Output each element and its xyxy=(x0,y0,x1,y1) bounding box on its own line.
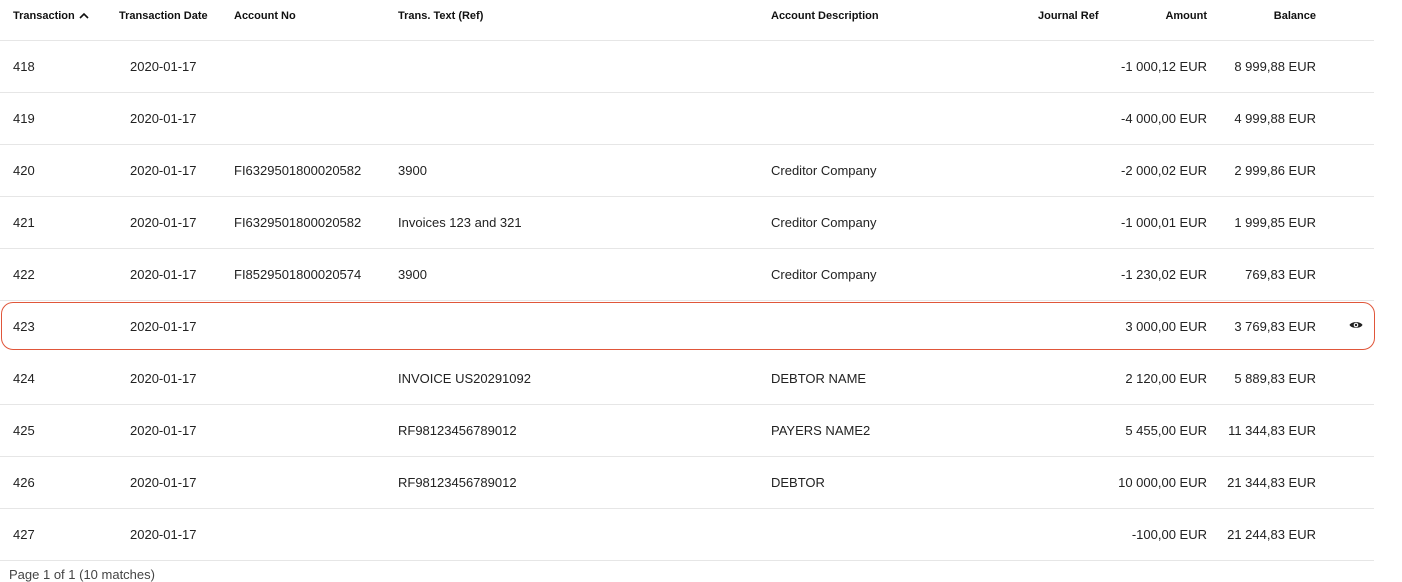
cell-text: RF98123456789012 xyxy=(398,423,517,438)
cell-transaction: 422 xyxy=(13,267,35,282)
cell-amount: 10 000,00 EUR xyxy=(1118,475,1207,490)
cell-description: DEBTOR xyxy=(771,475,825,490)
cell-amount: -100,00 EUR xyxy=(1131,527,1207,542)
column-header-journal[interactable]: Journal Ref xyxy=(1038,10,1099,22)
table-row[interactable]: 423 2020-01-17 3 000,00 EUR 3 769,83 EUR xyxy=(0,301,1375,353)
cell-transaction: 420 xyxy=(13,163,35,178)
cell-balance: 2 999,86 EUR xyxy=(1234,163,1316,178)
cell-date: 2020-01-17 xyxy=(130,475,197,490)
cell-amount: 3 000,00 EUR xyxy=(1125,319,1207,334)
cell-date: 2020-01-17 xyxy=(130,111,197,126)
cell-transaction: 421 xyxy=(13,215,35,230)
cell-date: 2020-01-17 xyxy=(130,267,197,282)
cell-amount: -1 000,12 EUR xyxy=(1121,59,1207,74)
column-header-transaction-label: Transaction xyxy=(13,10,75,22)
transactions-table: Transaction Transaction Date Account No … xyxy=(0,0,1375,561)
eye-icon[interactable] xyxy=(1349,320,1363,330)
table-row[interactable]: 420 2020-01-17 FI6329501800020582 3900 Credi… xyxy=(0,145,1374,197)
cell-amount: -1 230,02 EUR xyxy=(1121,267,1207,282)
cell-text: 3900 xyxy=(398,267,427,282)
cell-amount: -1 000,01 EUR xyxy=(1121,215,1207,230)
cell-text: INVOICE US20291092 xyxy=(398,371,531,386)
cell-description: Creditor Company xyxy=(771,163,877,178)
cell-account: FI6329501800020582 xyxy=(234,163,362,178)
cell-amount: 2 120,00 EUR xyxy=(1125,371,1207,386)
cell-balance: 3 769,83 EUR xyxy=(1234,319,1316,334)
table-row[interactable]: 418 2020-01-17 -1 000,12 EUR 8 999,88 EUR xyxy=(0,41,1374,93)
column-header-amount[interactable]: Amount xyxy=(1110,10,1207,22)
cell-balance: 8 999,88 EUR xyxy=(1234,59,1316,74)
table-row[interactable]: 421 2020-01-17 FI6329501800020582 Invoices … xyxy=(0,197,1374,249)
column-header-date[interactable]: Transaction Date xyxy=(119,10,208,22)
cell-balance: 769,83 EUR xyxy=(1245,267,1316,282)
cell-description: Creditor Company xyxy=(771,267,877,282)
table-row[interactable]: 426 2020-01-17 RF98123456789012 DEBTOR 10 00… xyxy=(0,457,1374,509)
cell-transaction: 418 xyxy=(13,59,35,74)
cell-balance: 1 999,85 EUR xyxy=(1234,215,1316,230)
pagination-info: Page 1 of 1 (10 matches) xyxy=(9,567,155,582)
column-header-balance[interactable]: Balance xyxy=(1215,10,1316,22)
cell-date: 2020-01-17 xyxy=(130,163,197,178)
cell-date: 2020-01-17 xyxy=(130,423,197,438)
cell-balance: 21 344,83 EUR xyxy=(1227,475,1316,490)
column-header-description[interactable]: Account Description xyxy=(771,10,879,22)
cell-date: 2020-01-17 xyxy=(130,319,197,334)
cell-balance: 4 999,88 EUR xyxy=(1234,111,1316,126)
table-row[interactable]: 427 2020-01-17 -100,00 EUR 21 244,83 EUR xyxy=(0,509,1374,561)
cell-transaction: 423 xyxy=(13,319,35,334)
cell-text: RF98123456789012 xyxy=(398,475,517,490)
cell-balance: 21 244,83 EUR xyxy=(1227,527,1316,542)
cell-text: Invoices 123 and 321 xyxy=(398,215,522,230)
cell-description: DEBTOR NAME xyxy=(771,371,867,386)
cell-date: 2020-01-17 xyxy=(130,59,197,74)
cell-date: 2020-01-17 xyxy=(130,215,197,230)
cell-balance: 11 344,83 EUR xyxy=(1228,423,1316,438)
table-header: Transaction Transaction Date Account No … xyxy=(0,0,1374,41)
table-body: 418 2020-01-17 -1 000,12 EUR 8 999,88 EUR 41… xyxy=(0,41,1375,561)
cell-amount: -4 000,00 EUR xyxy=(1121,111,1207,126)
cell-date: 2020-01-17 xyxy=(130,527,197,542)
cell-account: FI6329501800020582 xyxy=(234,215,362,230)
column-header-transaction[interactable]: Transaction xyxy=(13,10,89,22)
table-row[interactable]: 422 2020-01-17 FI8529501800020574 3900 Credi… xyxy=(0,249,1374,301)
cell-transaction: 426 xyxy=(13,475,35,490)
cell-amount: -2 000,02 EUR xyxy=(1121,163,1207,178)
column-header-account[interactable]: Account No xyxy=(234,10,296,22)
cell-transaction: 425 xyxy=(13,423,35,438)
table-row[interactable]: 419 2020-01-17 -4 000,00 EUR 4 999,88 EUR xyxy=(0,93,1374,145)
cell-transaction: 424 xyxy=(13,371,35,386)
table-row[interactable]: 425 2020-01-17 RF98123456789012 PAYERS NAME… xyxy=(0,405,1374,457)
cell-date: 2020-01-17 xyxy=(130,371,197,386)
chevron-up-icon[interactable] xyxy=(79,11,89,22)
cell-description: Creditor Company xyxy=(771,215,877,230)
cell-balance: 5 889,83 EUR xyxy=(1234,371,1316,386)
cell-transaction: 419 xyxy=(13,111,35,126)
cell-amount: 5 455,00 EUR xyxy=(1125,423,1207,438)
cell-transaction: 427 xyxy=(13,527,35,542)
cell-text: 3900 xyxy=(398,163,427,178)
column-header-text[interactable]: Trans. Text (Ref) xyxy=(398,10,483,22)
table-row[interactable]: 424 2020-01-17 INVOICE US20291092 DEBTOR NA… xyxy=(0,353,1374,405)
cell-account: FI8529501800020574 xyxy=(234,267,362,282)
cell-description: PAYERS NAME2 xyxy=(771,423,871,438)
